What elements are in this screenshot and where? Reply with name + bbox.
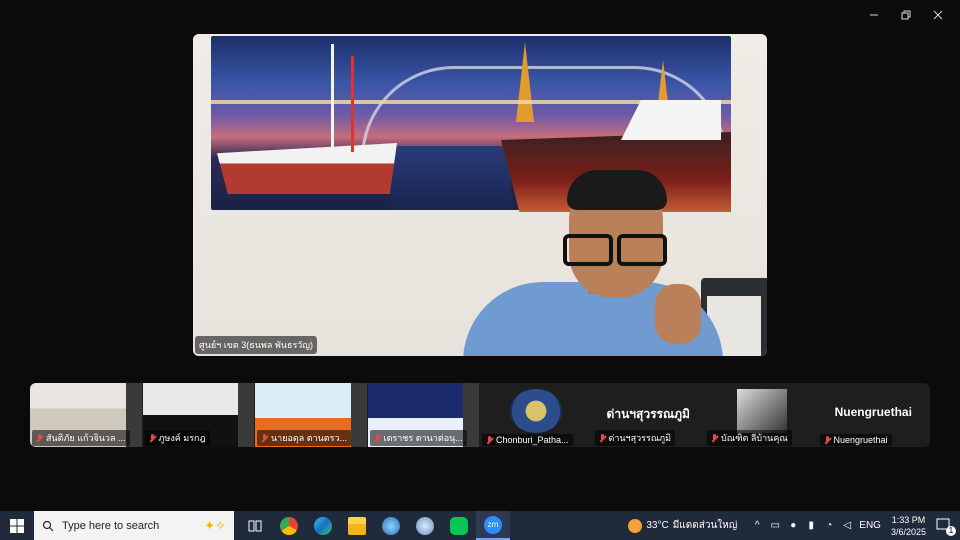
microphone-icon[interactable]: ● xyxy=(787,520,799,532)
close-button[interactable] xyxy=(922,6,954,24)
participant-tile[interactable]: ภูษงค์ มรกฎ xyxy=(142,383,254,447)
mic-muted-icon xyxy=(36,433,43,443)
speaker-person xyxy=(463,170,743,356)
volume-icon[interactable]: ◁ xyxy=(841,520,853,532)
wifi-icon[interactable]: ◔ xyxy=(823,520,835,532)
participant-avatar xyxy=(737,389,787,433)
globe-search-icon xyxy=(382,516,400,535)
participant-tile[interactable]: ด่านฯสุวรรณภูมิ ด่านฯสุวรรณภูมิ xyxy=(593,383,705,447)
task-view-icon xyxy=(248,520,262,531)
line-icon xyxy=(450,516,468,535)
start-button[interactable] xyxy=(0,511,34,540)
mic-muted-icon xyxy=(486,435,493,445)
customs-logo-icon xyxy=(510,389,562,433)
battery-icon[interactable]: ▮ xyxy=(805,520,817,532)
search-app-button[interactable] xyxy=(374,511,408,540)
folder-icon xyxy=(348,516,366,535)
active-speaker-video[interactable]: ศูนย์ฯ เขต 3(ธนพล พันธรวัญ) xyxy=(193,34,767,356)
participant-name: บัณฑิต ลีบ้านคุณ xyxy=(721,433,788,443)
clock-time: 1:33 PM xyxy=(891,514,926,525)
windows-taskbar: Type here to search ✦✧ zm 33°C มีแดดส่วน… xyxy=(0,511,960,540)
sparkle-icon: ✦✧ xyxy=(204,517,226,533)
notification-badge: 1 xyxy=(946,525,956,536)
participant-tile[interactable]: เตราชร ตานาต่อนุ... xyxy=(367,383,479,447)
participant-name: นายอดุล ตานตรว... xyxy=(271,433,348,443)
task-view-button[interactable] xyxy=(238,511,272,540)
minimize-icon xyxy=(870,14,878,16)
participant-display-name: ด่านฯสุวรรณภูมิ xyxy=(606,407,690,421)
zoom-app-button[interactable]: zm xyxy=(476,511,510,540)
restore-button[interactable] xyxy=(890,6,922,24)
network-app-button[interactable] xyxy=(408,511,442,540)
minimize-button[interactable] xyxy=(858,6,890,24)
participant-name: ด่านฯสุวรรณภูมิ xyxy=(608,433,672,443)
edge-icon xyxy=(314,516,332,535)
system-tray: 33°C มีแดดส่วนใหญ่ ^ ▭ ● ▮ ◔ ◁ ENG 1:33 … xyxy=(628,511,960,540)
weather-temperature: 33°C xyxy=(646,520,669,531)
window-controls xyxy=(858,6,954,24)
chrome-button[interactable] xyxy=(272,511,306,540)
chrome-icon xyxy=(280,516,298,535)
participant-display-name: Nuengruethai xyxy=(834,405,912,419)
mic-muted-icon xyxy=(261,433,268,443)
windows-logo-icon xyxy=(10,518,24,533)
edge-button[interactable] xyxy=(306,511,340,540)
participant-name: เตราชร ตานาต่อนุ... xyxy=(383,433,463,443)
clock-date: 3/6/2025 xyxy=(890,526,926,537)
participant-tile[interactable]: บัณฑิต ลีบ้านคุณ xyxy=(705,383,817,447)
mic-muted-icon xyxy=(711,433,718,443)
participant-tile[interactable]: นายอดุล ตานตรว... xyxy=(255,383,367,447)
participant-name: ภูษงค์ มรกฎ xyxy=(158,433,206,443)
mic-muted-icon xyxy=(374,433,381,443)
participant-name: Nuengruethai xyxy=(833,435,888,445)
participant-tile[interactable]: Chonburi_Patha... xyxy=(480,383,592,447)
line-app-button[interactable] xyxy=(442,511,476,540)
speaker-name-label: ศูนย์ฯ เขต 3(ธนพล พันธรวัญ) xyxy=(195,336,317,354)
weather-widget[interactable]: 33°C มีแดดส่วนใหญ่ xyxy=(628,518,737,533)
mic-muted-icon xyxy=(599,433,606,443)
sun-icon xyxy=(628,518,643,533)
participant-gallery: สันติภัย แก้วจินวล ... ภูษงค์ มรกฎ นายอด… xyxy=(30,383,930,447)
network-globe-icon xyxy=(416,516,434,535)
notification-center-button[interactable]: 1 xyxy=(936,517,956,536)
participant-name: Chonburi_Patha... xyxy=(496,435,569,445)
file-explorer-button[interactable] xyxy=(340,511,374,540)
participant-name: สันติภัย แก้วจินวล ... xyxy=(46,433,126,443)
chevron-up-icon[interactable]: ^ xyxy=(751,520,763,532)
participant-tile[interactable]: สันติภัย แก้วจินวล ... xyxy=(30,383,142,447)
meet-now-icon[interactable]: ▭ xyxy=(769,520,781,532)
language-indicator[interactable]: ENG xyxy=(859,520,881,531)
close-icon xyxy=(933,10,943,20)
clock[interactable]: 1:33 PM 3/6/2025 xyxy=(891,514,926,538)
mic-muted-icon xyxy=(149,433,156,443)
search-icon xyxy=(42,520,54,531)
mic-muted-icon xyxy=(824,435,831,445)
weather-description: มีแดดส่วนใหญ่ xyxy=(672,520,738,531)
search-placeholder: Type here to search xyxy=(62,519,160,532)
zoom-icon: zm xyxy=(484,515,502,534)
restore-icon xyxy=(901,10,911,20)
participant-tile[interactable]: Nuengruethai Nuengruethai xyxy=(818,383,930,447)
taskbar-search-box[interactable]: Type here to search ✦✧ xyxy=(34,511,234,540)
